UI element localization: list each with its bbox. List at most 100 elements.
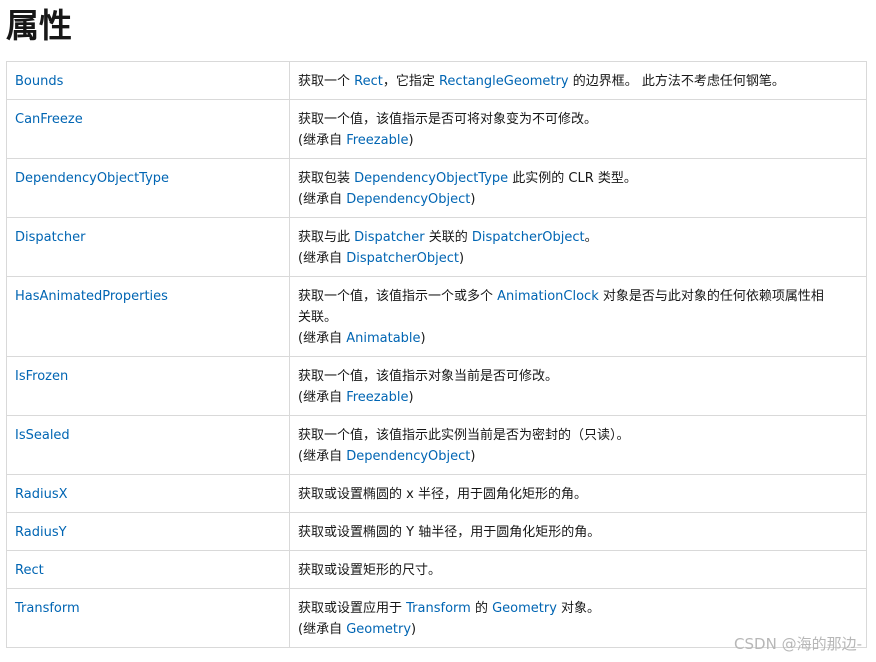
description-text: 获取一个值，该值指示是否可将对象变为不可修改。 [298,112,598,127]
page-title: 属性 [6,6,72,45]
description-text: 的 [470,601,493,616]
type-link[interactable]: Animatable [346,331,420,346]
property-name-link[interactable]: Dispatcher [15,230,85,245]
property-description-cell: 获取与此 Dispatcher 关联的 DispatcherObject。 (继承… [289,217,867,277]
property-name-link[interactable]: HasAnimatedProperties [15,289,168,304]
property-description-cell: 获取或设置椭圆的 Y 轴半径，用于圆角化矩形的角。 [289,512,867,551]
property-description-cell: 获取一个值，该值指示对象当前是否可修改。 (继承自 Freezable) [289,356,867,416]
property-name-cell: CanFreeze [6,99,290,159]
description-line: 获取一个值，该值指示一个或多个 AnimationClock 对象是否与此对象的… [298,286,858,307]
description-text: ) [408,390,414,405]
property-name-cell: IsFrozen [6,356,290,416]
description-line: 获取或设置矩形的尺寸。 [298,560,858,581]
description-line: 获取一个值，该值指示此实例当前是否为密封的（只读）。 [298,425,858,446]
description-text: ) [470,449,476,464]
description-line: (继承自 DependencyObject) [298,189,858,210]
description-text: 对象是否与此对象的任何依赖项属性相 [598,289,824,304]
property-row: Rect 获取或设置矩形的尺寸。 [6,550,867,589]
description-line: (继承自 Animatable) [298,328,858,349]
property-name-cell: Rect [6,550,290,589]
property-name-link[interactable]: Rect [15,563,44,578]
property-row: CanFreeze 获取一个值，该值指示是否可将对象变为不可修改。 (继承自 Fre… [6,99,867,159]
property-name-cell: IsSealed [6,415,290,475]
property-row: RadiusX 获取或设置椭圆的 x 半径，用于圆角化矩形的角。 [6,474,867,513]
description-line: (继承自 Freezable) [298,387,858,408]
description-text: 的边界框。 此方法不考虑任何钢笔。 [568,74,785,89]
description-line: 获取或设置应用于 Transform 的 Geometry 对象。 [298,598,858,619]
type-link[interactable]: Geometry [492,601,557,616]
description-text: 关联的 [424,230,472,245]
property-row: IsSealed 获取一个值，该值指示此实例当前是否为密封的（只读）。 (继承自 D… [6,415,867,475]
property-description-cell: 获取一个值，该值指示是否可将对象变为不可修改。 (继承自 Freezable) [289,99,867,159]
property-name-cell: Transform [6,588,290,648]
description-text: 获取与此 [298,230,355,245]
csdn-watermark: CSDN @海的那边- [734,635,862,653]
description-line: (继承自 DependencyObject) [298,446,858,467]
type-link[interactable]: RectangleGeometry [439,74,569,89]
description-text: 获取一个 [298,74,355,89]
description-text: ) [411,622,417,637]
type-link[interactable]: AnimationClock [497,289,599,304]
type-link[interactable]: Dispatcher [354,230,424,245]
property-name-cell: RadiusY [6,512,290,551]
property-name-cell: Dispatcher [6,217,290,277]
description-text: 获取或设置矩形的尺寸。 [298,563,442,578]
property-name-link[interactable]: RadiusY [15,525,67,540]
property-description-cell: 获取一个 Rect，它指定 RectangleGeometry 的边界框。 此方… [289,61,867,100]
description-text: ，它指定 [382,74,439,89]
property-name-cell: DependencyObjectType [6,158,290,218]
description-line: (继承自 Freezable) [298,130,858,151]
description-line: 获取一个值，该值指示对象当前是否可修改。 [298,366,858,387]
description-line: 获取一个 Rect，它指定 RectangleGeometry 的边界框。 此方… [298,71,858,92]
type-link[interactable]: Rect [354,74,383,89]
type-link[interactable]: Freezable [346,390,408,405]
property-name-link[interactable]: Transform [15,601,80,616]
property-description-cell: 获取包装 DependencyObjectType 此实例的 CLR 类型。 (继… [289,158,867,218]
type-link[interactable]: Geometry [346,622,411,637]
property-name-link[interactable]: DependencyObjectType [15,171,169,186]
property-description-cell: 获取或设置矩形的尺寸。 [289,550,867,589]
description-text: (继承自 [298,622,347,637]
type-link[interactable]: DependencyObject [346,449,470,464]
description-text: (继承自 [298,133,347,148]
description-line: 获取包装 DependencyObjectType 此实例的 CLR 类型。 [298,168,858,189]
type-link[interactable]: DependencyObjectType [354,171,508,186]
description-text: (继承自 [298,251,347,266]
description-text: (继承自 [298,192,347,207]
type-link[interactable]: Freezable [346,133,408,148]
description-line: 关联。 [298,307,858,328]
description-line: 获取或设置椭圆的 x 半径，用于圆角化矩形的角。 [298,484,858,505]
type-link[interactable]: DispatcherObject [472,230,585,245]
type-link[interactable]: Transform [406,601,471,616]
property-name-link[interactable]: CanFreeze [15,112,83,127]
description-text: 获取一个值，该值指示对象当前是否可修改。 [298,369,559,384]
description-text: ) [470,192,476,207]
property-row: Bounds 获取一个 Rect，它指定 RectangleGeometry 的边… [6,61,867,100]
property-name-link[interactable]: RadiusX [15,487,68,502]
description-text: 获取或设置应用于 [298,601,407,616]
property-name-cell: RadiusX [6,474,290,513]
description-text: 获取或设置椭圆的 x 半径，用于圆角化矩形的角。 [298,487,587,502]
description-text: (继承自 [298,331,347,346]
description-text: 获取一个值，该值指示一个或多个 [298,289,498,304]
property-description-cell: 获取一个值，该值指示此实例当前是否为密封的（只读）。 (继承自 Dependenc… [289,415,867,475]
description-line: (继承自 DispatcherObject) [298,248,858,269]
type-link[interactable]: DispatcherObject [346,251,459,266]
property-description-cell: 获取一个值，该值指示一个或多个 AnimationClock 对象是否与此对象的… [289,276,867,357]
description-text: ) [408,133,414,148]
property-name-link[interactable]: Bounds [15,74,63,89]
description-text: ) [459,251,465,266]
description-text: 获取或设置椭圆的 Y 轴半径，用于圆角化矩形的角。 [298,525,601,540]
description-line: 获取或设置椭圆的 Y 轴半径，用于圆角化矩形的角。 [298,522,858,543]
property-row: Dispatcher 获取与此 Dispatcher 关联的 Dispatcher… [6,217,867,277]
property-name-link[interactable]: IsSealed [15,428,70,443]
description-text: 。 [584,230,598,245]
property-row: RadiusY 获取或设置椭圆的 Y 轴半径，用于圆角化矩形的角。 [6,512,867,551]
property-row: DependencyObjectType 获取包装 DependencyObjec… [6,158,867,218]
property-name-link[interactable]: IsFrozen [15,369,68,384]
properties-table: Bounds 获取一个 Rect，它指定 RectangleGeometry 的边… [6,61,867,648]
type-link[interactable]: DependencyObject [346,192,470,207]
property-row: IsFrozen 获取一个值，该值指示对象当前是否可修改。 (继承自 Freezab… [6,356,867,416]
description-text: 获取一个值，该值指示此实例当前是否为密封的（只读）。 [298,428,630,443]
description-text: ) [420,331,426,346]
